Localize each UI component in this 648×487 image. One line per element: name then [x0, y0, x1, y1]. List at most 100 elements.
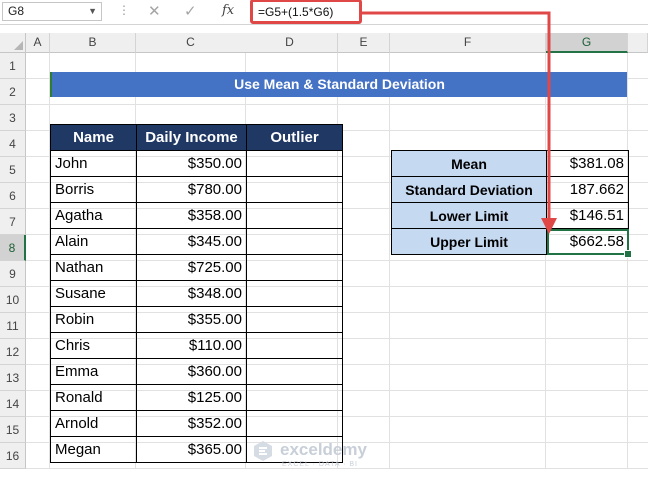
row-header-3[interactable]: 3	[0, 105, 26, 131]
income-cell[interactable]: $355.00	[136, 306, 247, 333]
row-header-8[interactable]: 8	[0, 235, 26, 261]
active-cell-upper-limit[interactable]: $662.58	[546, 228, 632, 258]
outlier-cell[interactable]	[246, 280, 343, 307]
outlier-cell[interactable]	[246, 150, 343, 177]
income-cell[interactable]: $780.00	[136, 176, 247, 203]
outlier-cell[interactable]	[246, 384, 343, 411]
income-cell[interactable]: $110.00	[136, 332, 247, 359]
name-cell[interactable]: Ronald	[50, 384, 137, 411]
name-cell[interactable]: Nathan	[50, 254, 137, 281]
row-header-12[interactable]: 12	[0, 339, 26, 365]
select-all-corner[interactable]	[0, 33, 26, 53]
row-header-5[interactable]: 5	[0, 157, 26, 183]
table-row: Agatha $358.00	[50, 202, 343, 229]
income-table: Name Daily Income Outlier John $350.00 Bor…	[50, 124, 343, 463]
stat-value-upper-limit: $662.58	[569, 233, 624, 250]
stats-table: Mean $381.08 Standard Deviation 187.662 …	[391, 150, 632, 258]
row-header-13[interactable]: 13	[0, 365, 26, 391]
insert-function-icon[interactable]: fx	[222, 3, 234, 18]
row-header-2[interactable]: 2	[0, 79, 26, 105]
outlier-cell[interactable]	[246, 202, 343, 229]
outlier-cell[interactable]	[246, 410, 343, 437]
income-cell[interactable]: $125.00	[136, 384, 247, 411]
table-row: Ronald $125.00	[50, 384, 343, 411]
income-cell[interactable]: $352.00	[136, 410, 247, 437]
row-header-14[interactable]: 14	[0, 391, 26, 417]
column-header-f[interactable]: F	[390, 33, 546, 53]
name-cell[interactable]: Robin	[50, 306, 137, 333]
stat-value-mean[interactable]: $381.08	[546, 150, 629, 177]
formula-bar: G8 ▼ ⋮ ✕ ✓ fx =G5+(1.5*G6)	[0, 0, 648, 25]
income-cell[interactable]: $365.00	[136, 436, 247, 463]
column-header-g[interactable]: G	[546, 33, 628, 53]
income-cell[interactable]: $345.00	[136, 228, 247, 255]
column-header-d[interactable]: D	[242, 33, 338, 53]
name-cell[interactable]: Susane	[50, 280, 137, 307]
income-cell[interactable]: $360.00	[136, 358, 247, 385]
outlier-cell[interactable]	[246, 358, 343, 385]
name-cell[interactable]: Agatha	[50, 202, 137, 229]
column-header-e[interactable]: E	[338, 33, 390, 53]
drag-handle-icon[interactable]: ⋮	[118, 3, 130, 17]
gridline-horizontal	[26, 104, 648, 105]
name-cell[interactable]: Arnold	[50, 410, 137, 437]
fill-handle[interactable]	[624, 250, 632, 258]
cancel-icon[interactable]: ✕	[148, 2, 161, 20]
name-cell[interactable]: John	[50, 150, 137, 177]
watermark-name: exceldemy	[280, 440, 367, 459]
row-header-9[interactable]: 9	[0, 261, 26, 287]
name-cell[interactable]: Alain	[50, 228, 137, 255]
stat-value-standard-deviation[interactable]: 187.662	[546, 176, 629, 203]
gridline-vertical	[545, 53, 546, 469]
outlier-cell[interactable]	[246, 332, 343, 359]
table-row: Robin $355.00	[50, 306, 343, 333]
table-row: Emma $360.00	[50, 358, 343, 385]
column-header-b[interactable]: B	[50, 33, 136, 53]
row-header-6[interactable]: 6	[0, 183, 26, 209]
column-header-overflow	[628, 33, 648, 53]
outlier-cell[interactable]	[246, 254, 343, 281]
row-header-11[interactable]: 11	[0, 313, 26, 339]
income-cell[interactable]: $358.00	[136, 202, 247, 229]
header-outlier[interactable]: Outlier	[246, 124, 343, 151]
name-box[interactable]: G8 ▼	[2, 2, 102, 21]
title-band[interactable]: Use Mean & Standard Deviation	[50, 72, 627, 97]
row-header-15[interactable]: 15	[0, 417, 26, 443]
name-cell[interactable]: Chris	[50, 332, 137, 359]
name-box-value: G8	[8, 4, 25, 18]
stat-value-lower-limit[interactable]: $146.51	[546, 202, 629, 229]
table-row: Borris $780.00	[50, 176, 343, 203]
stat-label-mean[interactable]: Mean	[391, 150, 547, 177]
header-daily-income[interactable]: Daily Income	[136, 124, 247, 151]
table-row: Arnold $352.00	[50, 410, 343, 437]
row-header-4[interactable]: 4	[0, 131, 26, 157]
stat-label-lower-limit[interactable]: Lower Limit	[391, 202, 547, 229]
outlier-cell[interactable]	[246, 306, 343, 333]
exceldemy-logo-icon	[254, 441, 272, 461]
column-header-c[interactable]: C	[136, 33, 246, 53]
income-cell[interactable]: $350.00	[136, 150, 247, 177]
chevron-down-icon[interactable]: ▼	[88, 3, 97, 20]
income-cell[interactable]: $725.00	[136, 254, 247, 281]
enter-icon[interactable]: ✓	[184, 2, 197, 20]
gridline-horizontal	[26, 468, 648, 469]
table-row: Alain $345.00	[50, 228, 343, 255]
gridline-vertical	[389, 53, 390, 469]
row-header-10[interactable]: 10	[0, 287, 26, 313]
name-cell[interactable]: Emma	[50, 358, 137, 385]
stat-label-upper-limit[interactable]: Upper Limit	[391, 228, 547, 255]
outlier-cell[interactable]	[246, 176, 343, 203]
table-row: Nathan $725.00	[50, 254, 343, 281]
header-name[interactable]: Name	[50, 124, 137, 151]
row-header-1[interactable]: 1	[0, 53, 26, 79]
table-row: Susane $348.00	[50, 280, 343, 307]
row-header-7[interactable]: 7	[0, 209, 26, 235]
row-header-16[interactable]: 16	[0, 443, 26, 469]
gridline-vertical	[627, 53, 628, 469]
name-cell[interactable]: Megan	[50, 436, 137, 463]
outlier-cell[interactable]	[246, 228, 343, 255]
stat-label-standard-deviation[interactable]: Standard Deviation	[391, 176, 547, 203]
income-cell[interactable]: $348.00	[136, 280, 247, 307]
column-header-a[interactable]: A	[26, 33, 50, 53]
name-cell[interactable]: Borris	[50, 176, 137, 203]
